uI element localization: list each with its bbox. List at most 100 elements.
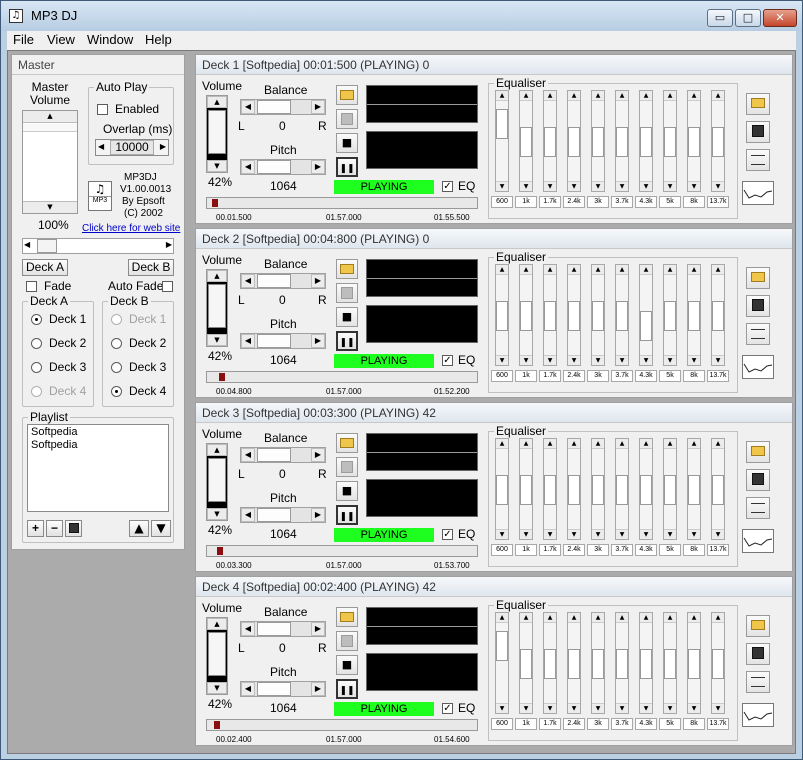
eq-thumb[interactable] xyxy=(712,649,724,679)
eq-band-slider[interactable]: ▲ ▼ xyxy=(615,612,629,714)
eq-up-arrow[interactable]: ▲ xyxy=(520,439,532,449)
eq-band-slider[interactable]: ▲ ▼ xyxy=(687,438,701,540)
stop-button[interactable]: ■ xyxy=(336,481,358,501)
overlap-value[interactable]: 10000 xyxy=(110,140,154,155)
pitch-right-arrow[interactable]: ▶ xyxy=(311,682,325,696)
pitch-slider[interactable]: ◀ ▶ xyxy=(240,681,326,697)
deck-b-option-2-radio[interactable] xyxy=(111,338,122,349)
eq-down-arrow[interactable]: ▼ xyxy=(496,529,508,539)
fade-checkbox[interactable] xyxy=(26,281,37,292)
master-volume-thumb[interactable] xyxy=(23,124,77,132)
balance-right-arrow[interactable]: ▶ xyxy=(311,274,325,288)
eq-band-slider[interactable]: ▲ ▼ xyxy=(519,264,533,366)
eq-thumb[interactable] xyxy=(664,475,676,505)
playlist-move-down-button[interactable]: ▼ xyxy=(151,520,171,537)
eq-up-arrow[interactable]: ▲ xyxy=(664,265,676,275)
eq-band-slider[interactable]: ▲ ▼ xyxy=(615,438,629,540)
eq-down-arrow[interactable]: ▼ xyxy=(688,703,700,713)
eq-band-slider[interactable]: ▲ ▼ xyxy=(687,264,701,366)
eq-thumb[interactable] xyxy=(496,301,508,331)
open-file-button[interactable] xyxy=(336,259,358,279)
save-button[interactable] xyxy=(336,631,358,651)
eq-band-slider[interactable]: ▲ ▼ xyxy=(639,612,653,714)
eq-save-preset-button[interactable] xyxy=(746,469,770,491)
eq-up-arrow[interactable]: ▲ xyxy=(568,91,580,101)
eq-up-arrow[interactable]: ▲ xyxy=(544,91,556,101)
eq-thumb[interactable] xyxy=(712,475,724,505)
eq-down-arrow[interactable]: ▼ xyxy=(664,529,676,539)
playlist-remove-button[interactable]: − xyxy=(46,520,63,537)
eq-thumb[interactable] xyxy=(544,301,556,331)
volume-thumb[interactable] xyxy=(208,110,226,154)
eq-up-arrow[interactable]: ▲ xyxy=(712,91,724,101)
eq-thumb[interactable] xyxy=(664,301,676,331)
track-position-thumb[interactable] xyxy=(214,721,220,729)
eq-down-arrow[interactable]: ▼ xyxy=(664,181,676,191)
eq-thumb[interactable] xyxy=(616,649,628,679)
deck-volume-slider[interactable]: ▲ ▼ xyxy=(206,617,228,695)
eq-save-preset-button[interactable] xyxy=(746,643,770,665)
eq-reset-button[interactable] xyxy=(746,497,770,519)
eq-down-arrow[interactable]: ▼ xyxy=(712,529,724,539)
volume-down-arrow[interactable]: ▼ xyxy=(207,682,227,694)
eq-band-slider[interactable]: ▲ ▼ xyxy=(663,264,677,366)
eq-down-arrow[interactable]: ▼ xyxy=(544,703,556,713)
eq-up-arrow[interactable]: ▲ xyxy=(616,439,628,449)
master-volume-up-arrow[interactable]: ▲ xyxy=(23,111,77,123)
save-button[interactable] xyxy=(336,109,358,129)
website-link[interactable]: Click here for web site xyxy=(82,223,180,234)
pause-button[interactable]: ❚❚ xyxy=(336,157,358,177)
eq-down-arrow[interactable]: ▼ xyxy=(568,355,580,365)
deck-volume-slider[interactable]: ▲ ▼ xyxy=(206,269,228,347)
eq-reset-button[interactable] xyxy=(746,149,770,171)
eq-down-arrow[interactable]: ▼ xyxy=(520,181,532,191)
eq-down-arrow[interactable]: ▼ xyxy=(712,703,724,713)
eq-enable-checkbox[interactable]: ✓ xyxy=(442,703,453,714)
volume-thumb[interactable] xyxy=(208,632,226,676)
eq-thumb[interactable] xyxy=(568,127,580,157)
eq-up-arrow[interactable]: ▲ xyxy=(496,439,508,449)
eq-band-slider[interactable]: ▲ ▼ xyxy=(519,612,533,714)
pitch-left-arrow[interactable]: ◀ xyxy=(241,682,255,696)
eq-up-arrow[interactable]: ▲ xyxy=(712,439,724,449)
balance-right-arrow[interactable]: ▶ xyxy=(311,622,325,636)
eq-band-slider[interactable]: ▲ ▼ xyxy=(567,90,581,192)
eq-down-arrow[interactable]: ▼ xyxy=(568,703,580,713)
eq-down-arrow[interactable]: ▼ xyxy=(592,529,604,539)
eq-down-arrow[interactable]: ▼ xyxy=(544,355,556,365)
eq-thumb[interactable] xyxy=(544,127,556,157)
eq-band-slider[interactable]: ▲ ▼ xyxy=(543,90,557,192)
deck-a-option-1-radio[interactable] xyxy=(31,314,42,325)
eq-down-arrow[interactable]: ▼ xyxy=(640,529,652,539)
volume-down-arrow[interactable]: ▼ xyxy=(207,334,227,346)
balance-left-arrow[interactable]: ◀ xyxy=(241,622,255,636)
deck-volume-slider[interactable]: ▲ ▼ xyxy=(206,443,228,521)
volume-down-arrow[interactable]: ▼ xyxy=(207,160,227,172)
volume-up-arrow[interactable]: ▲ xyxy=(207,444,227,456)
eq-down-arrow[interactable]: ▼ xyxy=(496,181,508,191)
eq-down-arrow[interactable]: ▼ xyxy=(640,181,652,191)
eq-band-slider[interactable]: ▲ ▼ xyxy=(543,612,557,714)
balance-slider[interactable]: ◀ ▶ xyxy=(240,621,326,637)
deck-b-option-4-radio[interactable] xyxy=(111,386,122,397)
stop-button[interactable]: ■ xyxy=(336,655,358,675)
pitch-right-arrow[interactable]: ▶ xyxy=(311,160,325,174)
menu-file[interactable]: File xyxy=(13,32,34,47)
auto-fade-checkbox[interactable] xyxy=(162,281,173,292)
menu-window[interactable]: Window xyxy=(87,32,133,47)
eq-up-arrow[interactable]: ▲ xyxy=(544,439,556,449)
maximize-button[interactable]: □ xyxy=(735,9,761,27)
eq-band-slider[interactable]: ▲ ▼ xyxy=(519,438,533,540)
eq-band-slider[interactable]: ▲ ▼ xyxy=(567,438,581,540)
eq-up-arrow[interactable]: ▲ xyxy=(544,265,556,275)
open-file-button[interactable] xyxy=(336,85,358,105)
eq-down-arrow[interactable]: ▼ xyxy=(496,703,508,713)
eq-band-slider[interactable]: ▲ ▼ xyxy=(711,90,725,192)
eq-enable-checkbox[interactable]: ✓ xyxy=(442,529,453,540)
pitch-slider[interactable]: ◀ ▶ xyxy=(240,507,326,523)
track-position-thumb[interactable] xyxy=(212,199,218,207)
close-button[interactable]: ✕ xyxy=(763,9,797,27)
master-volume-slider[interactable]: ▲ ▼ xyxy=(22,110,78,214)
eq-enable-checkbox[interactable]: ✓ xyxy=(442,355,453,366)
eq-down-arrow[interactable]: ▼ xyxy=(520,355,532,365)
